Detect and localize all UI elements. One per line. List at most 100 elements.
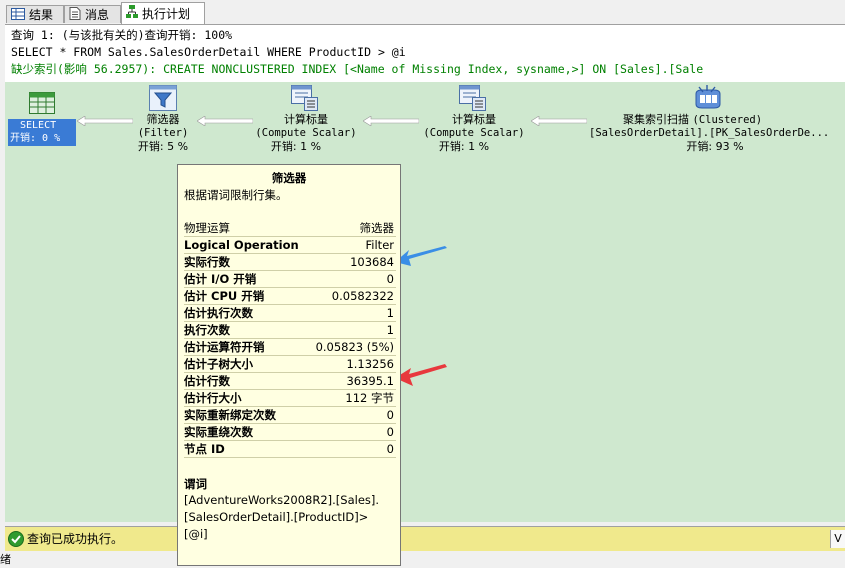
scan-node-name-suffix: (Clustered) [692, 114, 763, 126]
tooltip-row-label: 估计 I/O 开销 [184, 272, 257, 286]
plan-node-compute-scalar-2[interactable]: 计算标量 (Compute Scalar) 开销: 1 % [419, 82, 529, 154]
compute-scalar-2-cost: 开销: 1 % [438, 140, 490, 153]
flow-arrow [531, 116, 587, 126]
tooltip-predicate: [AdventureWorks2008R2].[Sales]. [SalesOrd… [184, 492, 394, 543]
tooltip-row: 估计 I/O 开销 0 [184, 271, 396, 288]
status-text: 查询已成功执行。 [27, 532, 124, 546]
tooltip-row: 节点 ID 0 [184, 441, 396, 458]
select-node-title: SELECT [20, 120, 57, 131]
tooltip-row-label: 实际重绕次数 [184, 425, 253, 439]
app-footer: 绪 [0, 552, 845, 568]
compute-scalar-2-name: 计算标量 [452, 113, 496, 126]
compute-scalar-icon [291, 85, 319, 114]
tab-results[interactable]: 结果 [6, 5, 64, 23]
tooltip-row: 估计 CPU 开销 0.0582322 [184, 288, 396, 305]
tooltip-row-value: 103684 [350, 255, 394, 269]
execution-plan-canvas: SELECT 开销: 0 % 筛选器 (Filter) 开销: 5 % 计算标量… [5, 82, 845, 522]
tooltip-predicate-line: [SalesOrderDetail].[ProductID]> [184, 510, 369, 524]
filter-node-sub: (Filter) [137, 127, 189, 139]
flow-arrow [197, 116, 253, 126]
scan-node-sub: [SalesOrderDetail].[PK_SalesOrderDe... [589, 127, 830, 139]
tooltip-row-label: 估计 CPU 开销 [184, 289, 265, 303]
missing-index-line[interactable]: 缺少索引(影响 56.2957): CREATE NONCLUSTERED IN… [11, 61, 703, 78]
tooltip-row-label: Logical Operation [184, 238, 299, 252]
operator-tooltip: 筛选器 根据谓词限制行集。 物理运算 筛选器 Logical Operation F… [177, 164, 401, 566]
scan-node-name-row: 聚集索引扫描 (Clustered) [623, 113, 843, 127]
tooltip-row: 物理运算 筛选器 [184, 220, 396, 237]
tooltip-row-label: 节点 ID [184, 442, 225, 456]
scan-node-cost: 开销: 93 % [686, 140, 744, 153]
footer-text: 绪 [0, 553, 11, 566]
tooltip-predicate-heading: 谓词 [184, 477, 207, 491]
tooltip-row-value: 0 [386, 442, 394, 456]
tooltip-row: 执行次数 1 [184, 322, 396, 339]
tooltip-row-value: 1 [386, 306, 394, 320]
query-header: 查询 1: (与该批有关的)查询开销: 100% SELECT * FROM S… [5, 24, 845, 83]
compute-scalar-icon [459, 85, 487, 114]
scan-node-name: 聚集索引扫描 [623, 113, 689, 126]
tooltip-row-label: 估计行数 [184, 374, 230, 388]
query-sql-line: SELECT * FROM Sales.SalesOrderDetail WHE… [11, 45, 406, 59]
grid-icon [11, 7, 25, 25]
select-table-icon [29, 92, 55, 117]
filter-funnel-icon [149, 85, 177, 114]
tooltip-row-value: 0.0582322 [331, 289, 394, 303]
tooltip-row: 估计运算符开销 0.05823 (5%) [184, 339, 396, 356]
tooltip-row-value: 0.05823 (5%) [315, 340, 394, 354]
tab-messages[interactable]: 消息 [64, 5, 121, 23]
compute-scalar-1-cost: 开销: 1 % [270, 140, 322, 153]
tooltip-row-value: 筛选器 [359, 221, 395, 235]
tooltip-row: 估计行数 36395.1 [184, 373, 396, 390]
compute-scalar-2-sub: (Compute Scalar) [423, 127, 525, 139]
compute-scalar-1-sub: (Compute Scalar) [255, 127, 357, 139]
plan-node-filter[interactable]: 筛选器 (Filter) 开销: 5 % [123, 82, 203, 154]
tooltip-predicate-line: [AdventureWorks2008R2].[Sales]. [184, 493, 380, 507]
filter-node-name: 筛选器 [146, 113, 180, 126]
tooltip-row-value: 0 [386, 408, 394, 422]
tab-messages-label: 消息 [85, 8, 110, 22]
tooltip-row-label: 估计执行次数 [184, 306, 253, 320]
tab-execution-plan[interactable]: 执行计划 [121, 2, 205, 24]
tooltip-row: 实际重绕次数 0 [184, 424, 396, 441]
tooltip-row-label: 估计子树大小 [184, 357, 253, 371]
tooltip-row-value: 112 字节 [345, 391, 394, 405]
tooltip-row-label: 物理运算 [184, 221, 230, 235]
tooltip-row-value: 1.13256 [346, 357, 394, 371]
tooltip-row-label: 估计运算符开销 [184, 340, 265, 354]
tooltip-row: 估计子树大小 1.13256 [184, 356, 396, 373]
execution-plan-icon [126, 4, 138, 26]
plan-node-compute-scalar-1[interactable]: 计算标量 (Compute Scalar) 开销: 1 % [251, 82, 361, 154]
tooltip-row-label: 实际行数 [184, 255, 230, 269]
tooltip-row-value: Filter [365, 238, 394, 252]
select-node-label: SELECT 开销: 0 % [8, 119, 76, 146]
tooltip-row-value: 36395.1 [346, 374, 394, 388]
tooltip-row-label: 估计行大小 [184, 391, 242, 405]
filter-node-cost: 开销: 5 % [137, 140, 189, 153]
messages-icon [69, 6, 81, 25]
plan-node-clustered-index-scan[interactable]: 聚集索引扫描 (Clustered) [SalesOrderDetail].[P… [585, 82, 843, 154]
tooltip-row-value: 1 [386, 323, 394, 337]
tooltip-predicate-line: [@i] [184, 527, 208, 541]
tooltip-description: 根据谓词限制行集。 [184, 188, 288, 202]
tooltip-title: 筛选器 [271, 171, 307, 185]
status-bar: 查询已成功执行。 V [5, 526, 845, 551]
tooltip-row: Logical Operation Filter [184, 237, 396, 254]
tooltip-row-label: 实际重新绑定次数 [184, 408, 276, 422]
tooltip-row: 估计行大小 112 字节 [184, 390, 396, 407]
tooltip-row: 估计执行次数 1 [184, 305, 396, 322]
tab-execution-plan-label: 执行计划 [142, 7, 191, 21]
select-node-cost: 开销: 0 % [10, 133, 61, 144]
query-cost-line: 查询 1: (与该批有关的)查询开销: 100% [11, 28, 233, 42]
plan-node-select[interactable]: SELECT 开销: 0 % [5, 82, 85, 152]
tooltip-row-value: 0 [386, 272, 394, 286]
tooltip-row: 实际行数 103684 [184, 254, 396, 271]
compute-scalar-1-name: 计算标量 [284, 113, 328, 126]
status-right-cell: V [830, 530, 845, 548]
clustered-index-scan-icon [693, 84, 723, 115]
tooltip-row: 实际重新绑定次数 0 [184, 407, 396, 424]
flow-arrow [363, 116, 419, 126]
result-tabbar: 结果 消息 执行计划 [0, 0, 845, 24]
tooltip-row-label: 执行次数 [184, 323, 230, 337]
tab-results-label: 结果 [29, 8, 54, 22]
tooltip-row-value: 0 [386, 425, 394, 439]
